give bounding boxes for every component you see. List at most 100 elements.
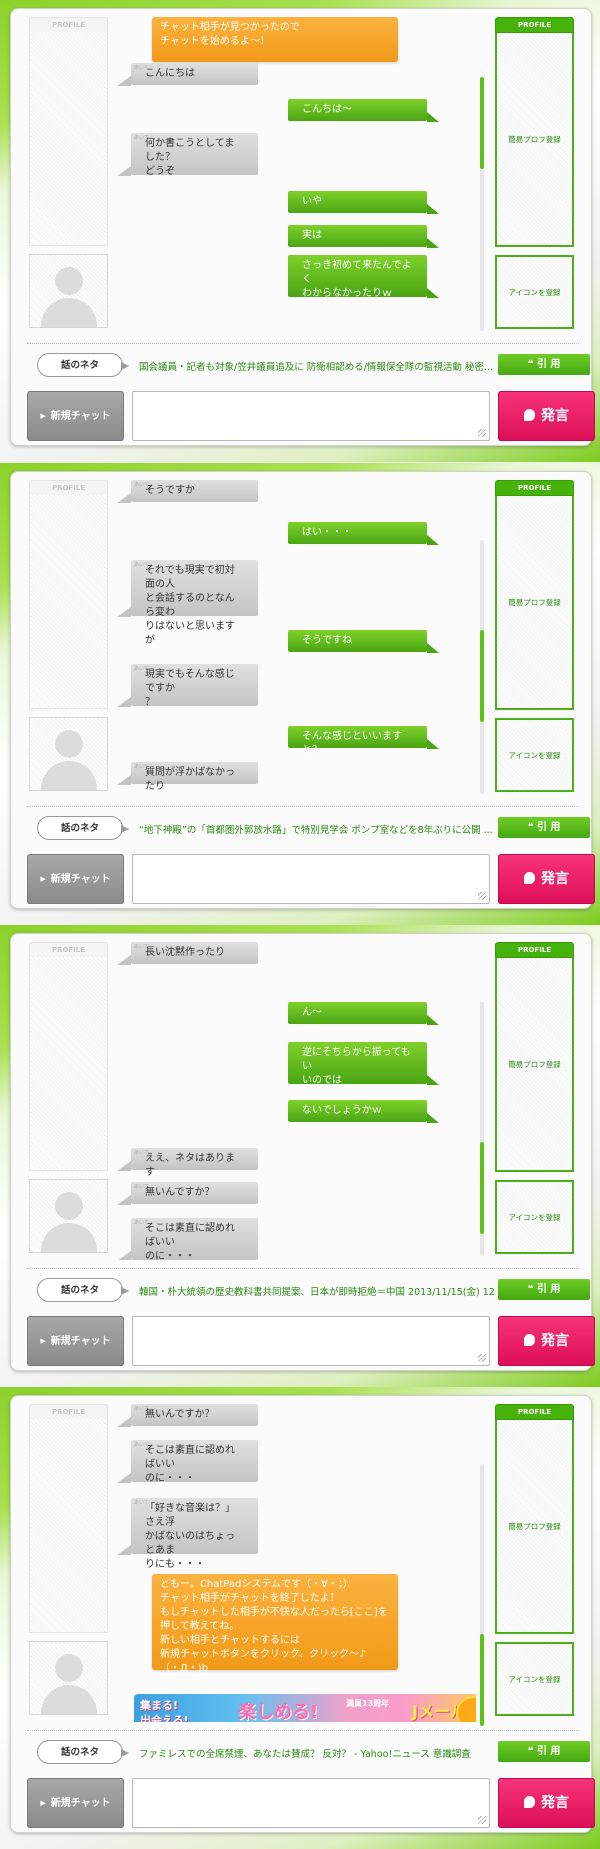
system-message: どもー。ChatPadシステムです（・∀・；） チャット相手がチャットを終了した… <box>152 1574 398 1674</box>
avatar-head-icon <box>55 1654 83 1682</box>
scrollbar-thumb[interactable] <box>480 77 484 169</box>
icon-register-link[interactable]: アイコンを登録 <box>508 1212 560 1223</box>
icon-register-link[interactable]: アイコンを登録 <box>508 287 560 298</box>
input-row: ▶ 新規チャット 発言 <box>27 854 595 904</box>
chat-scrollbar[interactable] <box>480 1464 484 1726</box>
message-input[interactable] <box>132 391 490 441</box>
system-message: チャット相手が見つかったので チャットを始めるよ～！ <box>152 17 398 62</box>
message-text: 無いんですか？ <box>145 1187 215 1198</box>
new-chat-button[interactable]: ▶ 新規チャット <box>27 391 124 441</box>
profile-register-link[interactable]: 簡易プロフ登録 <box>508 1521 561 1532</box>
my-profile-header: PROFILE <box>495 480 574 496</box>
scrollbar-thumb[interactable] <box>480 1142 484 1234</box>
partner-profile-column: PROFILE <box>29 17 108 329</box>
ad-banner[interactable]: 集まる! 出会える! 楽しめる! 満員13周年 Jメール <box>134 1694 476 1722</box>
partner-tag: あいて <box>134 65 149 71</box>
partner-profile-box <box>29 495 108 709</box>
message-text: いや <box>302 196 322 207</box>
chat-scrollbar[interactable] <box>480 540 484 794</box>
chat-log[interactable]: あいて 長い沈黙作ったりん～ 逆にそちらから振ってもい いのではないでしょうかｗ あい… <box>114 942 476 1260</box>
resize-grip-icon[interactable] <box>478 892 486 900</box>
banner-big-text: 楽しめる! <box>238 1702 319 1722</box>
topic-label: 話のネタ <box>37 1740 129 1764</box>
new-chat-button[interactable]: ▶ 新規チャット <box>27 854 124 904</box>
new-chat-label: 新規チャット <box>50 1798 111 1809</box>
my-message: こんちは～ <box>288 99 439 122</box>
divider <box>27 1730 579 1731</box>
topic-link[interactable]: ファミレスでの全席禁煙、あなたは賛成？ 反対？ - Yahoo!ニュース 意識調… <box>139 1746 494 1760</box>
topic-label: 話のネタ <box>37 1278 129 1302</box>
resize-grip-icon[interactable] <box>478 1354 486 1362</box>
resize-grip-icon[interactable] <box>478 429 486 437</box>
new-chat-label: 新規チャット <box>50 411 111 422</box>
send-button[interactable]: 発言 <box>498 1778 595 1828</box>
message-input[interactable] <box>132 1778 490 1828</box>
chat-log[interactable]: あいて そうですか はい・・・ あいて それでも現実で初対面の人 と会話するのとなんら変… <box>114 480 476 798</box>
icon-register-link[interactable]: アイコンを登録 <box>508 750 560 761</box>
icon-register-box[interactable]: アイコンを登録 <box>495 1180 574 1254</box>
my-profile-header: PROFILE <box>495 1404 574 1420</box>
send-label: 発言 <box>541 871 569 887</box>
my-message: 逆にそちらから振ってもい いのでは <box>288 1042 439 1086</box>
topic-link[interactable]: 国会議員・記者も対象/笠井議員追及に 防衛相認める/情報保全隊の監視活動 秘密.… <box>139 359 494 373</box>
profile-register-link[interactable]: 簡易プロフ登録 <box>508 134 561 145</box>
partner-message: あいて 何か書こうとしてました？ どうぞ <box>117 133 258 177</box>
send-button[interactable]: 発言 <box>498 854 595 904</box>
new-chat-button[interactable]: ▶ 新規チャット <box>27 1778 124 1828</box>
topic-row: 話のネタ 韓国・朴大統領の歴史教科書共同提案、日本が即時拒絶＝中国 2013/11… <box>27 1278 590 1304</box>
icon-register-link[interactable]: アイコンを登録 <box>508 1674 560 1685</box>
avatar-head-icon <box>55 1192 83 1220</box>
my-message: いや <box>288 191 439 214</box>
partner-tag: あいて <box>134 1500 149 1506</box>
message-input[interactable] <box>132 1316 490 1366</box>
input-row: ▶ 新規チャット 発言 <box>27 1316 595 1366</box>
icon-register-box[interactable]: アイコンを登録 <box>495 1642 574 1716</box>
send-button[interactable]: 発言 <box>498 391 595 441</box>
chat-scrollbar[interactable] <box>480 1002 484 1256</box>
topic-link[interactable]: 韓国・朴大統領の歴史教科書共同提案、日本が即時拒絶＝中国 2013/11/15(… <box>139 1284 494 1298</box>
chat-panel: PROFILE PROFILE 簡易プロフ登録 アイコンを登録 あいて 長い沈黙作ったりん… <box>10 933 595 1371</box>
send-button[interactable]: 発言 <box>498 1316 595 1366</box>
profile-register-box[interactable]: 簡易プロフ登録 <box>495 33 574 247</box>
chat-log[interactable]: チャット相手が見つかったので チャットを始めるよ～！ あいて こんにちは こんちは～あ… <box>114 17 476 335</box>
quote-button[interactable]: ❝ 引 用 <box>498 1279 590 1300</box>
partner-tag: あいて <box>134 562 149 568</box>
resize-grip-icon[interactable] <box>478 1816 486 1824</box>
message-text: 質問が浮かばなかったり <box>145 767 235 792</box>
message-text: ないでしょうかｗ <box>302 1105 382 1116</box>
banner-mid-text: 満員13周年 <box>346 1699 390 1708</box>
chat-log[interactable]: あいて 無いんですか？ あいて そこは素直に認めればいい のに・・・ あいて 「好きな音楽… <box>114 1404 476 1722</box>
profile-register-box[interactable]: 簡易プロフ登録 <box>495 496 574 710</box>
quote-button[interactable]: ❝ 引 用 <box>498 354 590 375</box>
quote-button[interactable]: ❝ 引 用 <box>498 817 590 838</box>
chat-scrollbar[interactable] <box>480 77 484 331</box>
icon-register-box[interactable]: アイコンを登録 <box>495 718 574 792</box>
message-text: ん～ <box>302 1007 322 1018</box>
message-text: ええ、ネタはあります <box>145 1153 235 1178</box>
profile-register-box[interactable]: 簡易プロフ登録 <box>495 958 574 1172</box>
topic-link[interactable]: “地下神殿”の「首都圏外郭放水路」で特別見学会 ポンプ室などを8年ぶりに公開 .… <box>139 822 494 836</box>
message-text: 長い沈黙作ったり <box>145 947 225 958</box>
quote-button[interactable]: ❝ 引 用 <box>498 1741 590 1762</box>
message-text: そんな感じといいますと？ <box>302 731 402 756</box>
profile-register-box[interactable]: 簡易プロフ登録 <box>495 1420 574 1634</box>
avatar-body-icon <box>41 1685 97 1714</box>
message-text: どもー。ChatPadシステムです（・∀・；） チャット相手がチャットを終了した… <box>160 1579 388 1674</box>
icon-register-box[interactable]: アイコンを登録 <box>495 255 574 329</box>
partner-profile-column: PROFILE <box>29 942 108 1254</box>
scrollbar-thumb[interactable] <box>480 1634 484 1726</box>
my-message: はい・・・ <box>288 522 439 545</box>
partner-tag: あいて <box>134 944 149 950</box>
divider <box>27 343 579 344</box>
scrollbar-thumb[interactable] <box>480 630 484 722</box>
profile-register-link[interactable]: 簡易プロフ登録 <box>508 597 561 608</box>
arrow-right-icon: ▶ <box>40 412 46 420</box>
message-input[interactable] <box>132 854 490 904</box>
my-message: ん～ <box>288 1002 439 1025</box>
new-chat-button[interactable]: ▶ 新規チャット <box>27 1316 124 1366</box>
profile-register-link[interactable]: 簡易プロフ登録 <box>508 1059 561 1070</box>
speech-bubble-icon <box>524 409 535 421</box>
partner-message: あいて ええ、ネタはあります <box>117 1148 258 1178</box>
banner-line2: 出会える! <box>140 1714 189 1722</box>
partner-tag: あいて <box>134 666 149 672</box>
